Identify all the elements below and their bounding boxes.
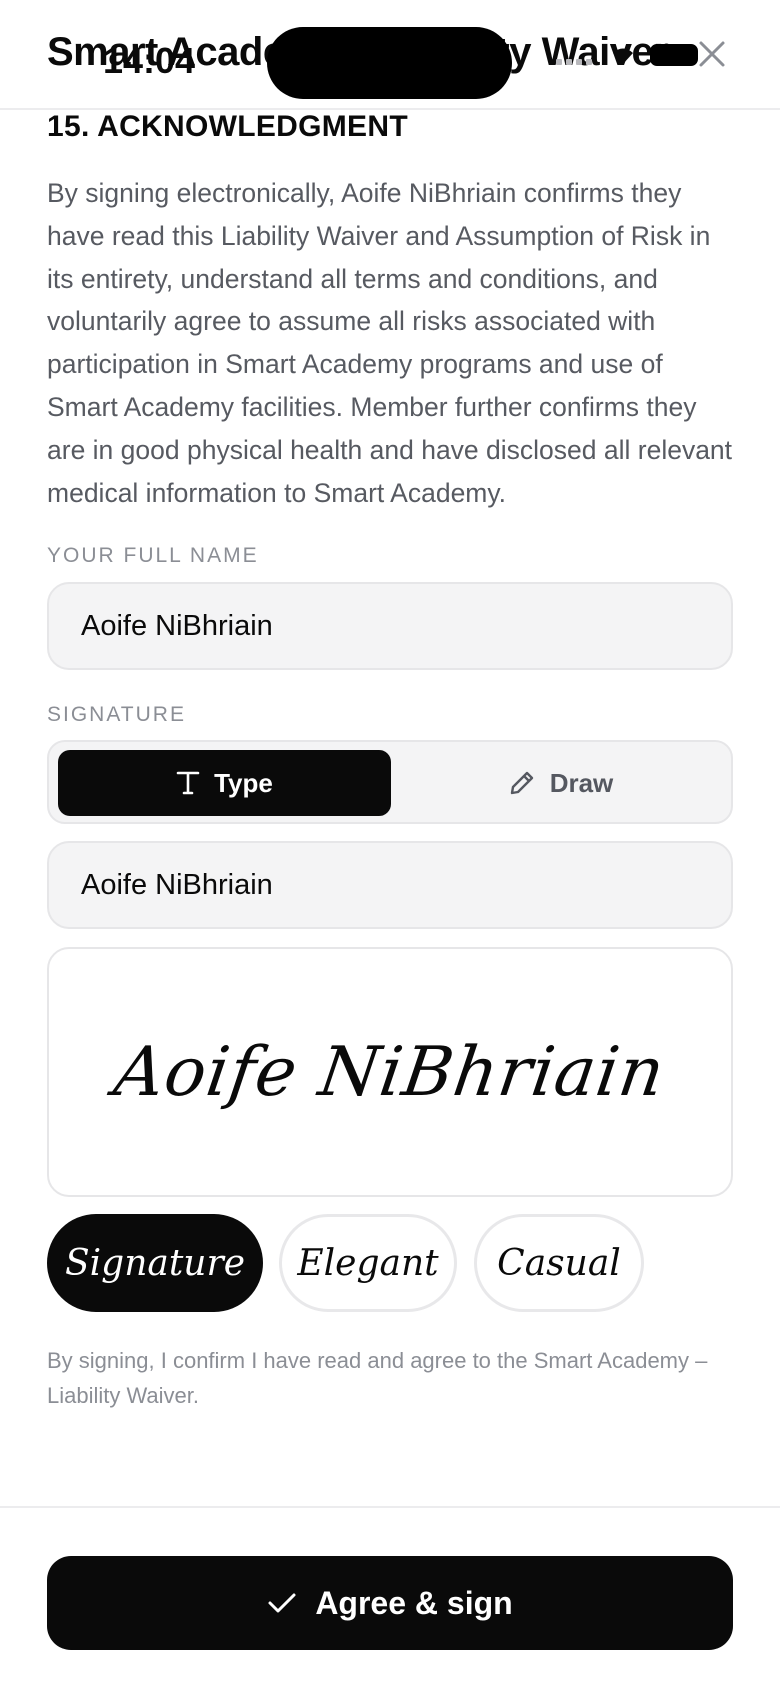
agree-sign-label: Agree & sign xyxy=(315,1584,513,1621)
signal-icon xyxy=(556,59,592,65)
signature-preview: Aoife NiBhriain xyxy=(47,947,733,1197)
signature-mode-toggle: Type Draw xyxy=(47,740,733,824)
type-mode-button[interactable]: Type xyxy=(58,750,391,816)
agree-sign-button[interactable]: Agree & sign xyxy=(47,1556,733,1650)
wifi-icon xyxy=(613,48,633,64)
section-title: 15. ACKNOWLEDGMENT xyxy=(47,110,408,143)
draw-mode-button[interactable]: Draw xyxy=(394,750,727,816)
signature-text-input[interactable]: Aoife NiBhriain xyxy=(47,841,733,929)
status-time: 14:04 xyxy=(103,40,196,81)
footer-divider xyxy=(0,1506,780,1508)
dynamic-island xyxy=(267,27,512,99)
signature-label: SIGNATURE xyxy=(47,703,186,726)
signature-preview-text: Aoife NiBhriain xyxy=(109,1032,671,1112)
full-name-label: YOUR FULL NAME xyxy=(47,544,259,567)
draw-mode-label: Draw xyxy=(549,767,614,798)
full-name-value: Aoife NiBhriain xyxy=(81,609,273,642)
close-icon xyxy=(699,41,725,67)
style-chip-signature[interactable]: Signature xyxy=(47,1214,263,1312)
full-name-input[interactable]: Aoife NiBhriain xyxy=(47,582,733,670)
acknowledgment-text: By signing electronically, Aoife NiBhria… xyxy=(47,178,733,508)
pencil-icon xyxy=(510,771,533,795)
battery-icon xyxy=(650,44,698,66)
style-chip-casual[interactable]: Casual xyxy=(474,1214,644,1312)
text-icon xyxy=(176,771,200,795)
status-icons xyxy=(556,44,698,66)
consent-text: By signing, I confirm I have read and ag… xyxy=(47,1348,708,1408)
type-mode-label: Type xyxy=(214,767,273,798)
check-icon xyxy=(268,1593,296,1613)
style-chip-elegant[interactable]: Elegant xyxy=(279,1214,457,1312)
signature-text-value: Aoife NiBhriain xyxy=(81,868,273,901)
